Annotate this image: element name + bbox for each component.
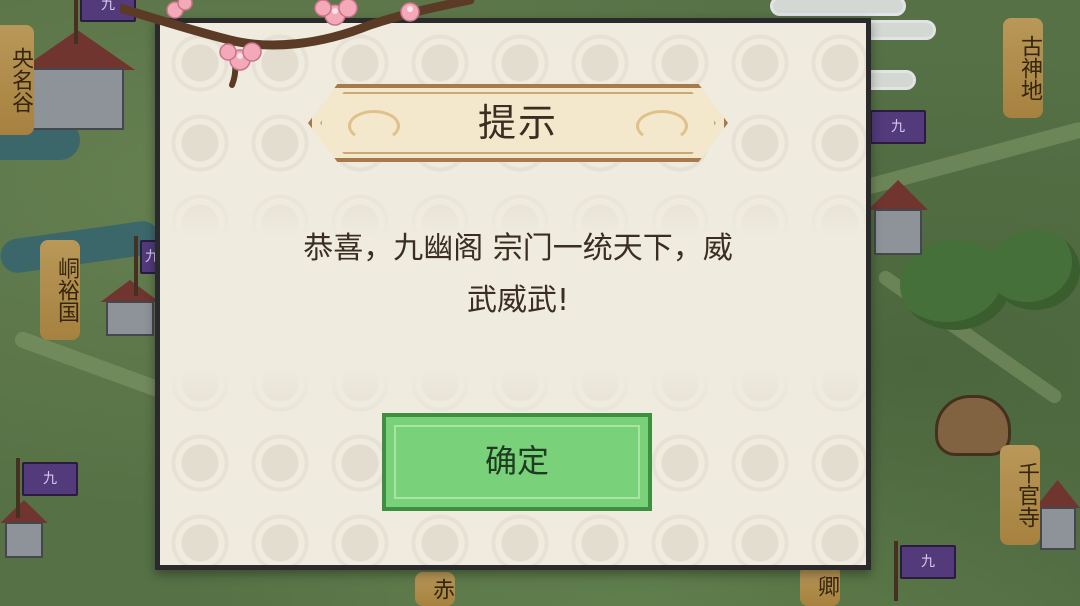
confirm-button-label: 确定 <box>484 442 549 480</box>
confirm-button[interactable]: 确定 <box>382 413 652 511</box>
dialog-title: 提示 <box>477 101 558 145</box>
dialog-message: 恭喜，九幽阁 宗门一统天下，威武威武! <box>303 231 733 318</box>
notice-dialog: 提示 恭喜，九幽阁 宗门一统天下，威武威武! 确定 <box>155 18 871 570</box>
title-plaque: 提示 <box>308 78 728 168</box>
